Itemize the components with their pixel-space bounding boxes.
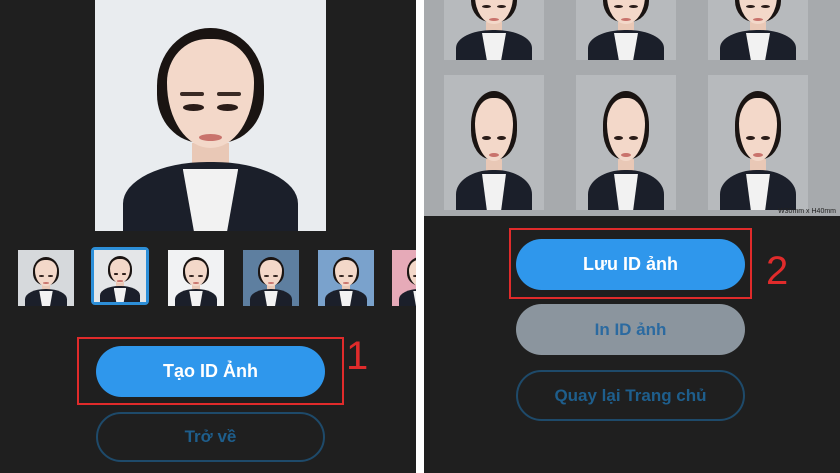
sheet-photo [708, 0, 808, 60]
step-1-number: 1 [346, 334, 369, 378]
left-screen: Tạo ID Ảnh 1 Trở về [0, 0, 416, 473]
thumbnail-5[interactable] [318, 250, 374, 306]
id-photo-print-sheet: W30mm x H40mm [424, 0, 840, 216]
back-button[interactable]: Trở về [96, 412, 325, 462]
thumbnail-2-selected[interactable] [91, 247, 149, 305]
thumbnail-1[interactable] [18, 250, 74, 306]
sheet-photo [444, 0, 544, 60]
create-id-photo-button[interactable]: Tạo ID Ảnh [96, 346, 325, 397]
thumbnail-4[interactable] [243, 250, 299, 306]
background-thumbnail-strip [0, 247, 416, 309]
thumbnail-3[interactable] [168, 250, 224, 306]
right-screen: W30mm x H40mm Lưu ID ảnh 2 In ID ảnh Qua… [424, 0, 840, 473]
thumbnail-6[interactable] [392, 250, 416, 306]
print-id-photo-button[interactable]: In ID ảnh [516, 304, 745, 355]
step-2-number: 2 [766, 249, 789, 293]
back-to-home-button[interactable]: Quay lại Trang chủ [516, 370, 745, 421]
sheet-photo [708, 75, 808, 210]
sheet-photo [576, 0, 676, 60]
sheet-photo [444, 75, 544, 210]
sheet-size-caption: W30mm x H40mm [778, 208, 836, 215]
save-id-photo-button[interactable]: Lưu ID ảnh [516, 239, 745, 290]
id-photo-preview [95, 0, 326, 231]
sheet-photo [576, 75, 676, 210]
